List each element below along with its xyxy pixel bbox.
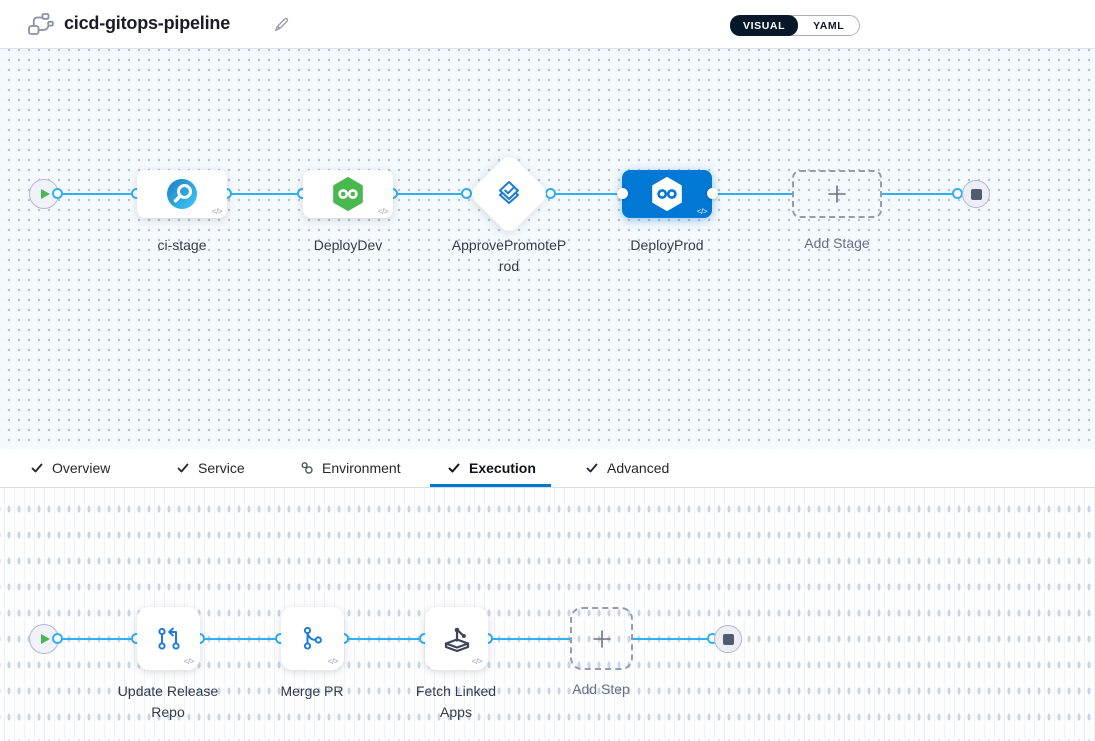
tab-label: Environment xyxy=(322,460,401,476)
template-code-badge: </> xyxy=(697,207,707,216)
check-icon xyxy=(176,461,190,475)
ci-build-icon xyxy=(166,178,198,210)
stop-icon xyxy=(723,634,734,645)
stage-label: ci-stage xyxy=(112,235,252,256)
connector-port xyxy=(617,188,628,199)
deploy-icon xyxy=(330,176,366,212)
step-label: Merge PR xyxy=(242,681,382,702)
connector-line xyxy=(200,638,281,640)
environment-icon xyxy=(300,461,314,475)
stage-node-deployprod[interactable]: </> xyxy=(622,170,712,218)
fetch-linked-apps-icon xyxy=(441,623,473,655)
pipeline-icon xyxy=(28,13,54,41)
play-icon xyxy=(41,634,50,644)
plus-icon xyxy=(591,628,613,650)
tab-label: Service xyxy=(198,460,245,476)
connector-line xyxy=(393,193,467,195)
update-release-repo-icon xyxy=(155,625,183,653)
connector-port xyxy=(52,633,63,644)
connector-port xyxy=(52,188,63,199)
step-node-fetch-linked-apps[interactable]: </> xyxy=(425,607,488,670)
connector-line xyxy=(633,638,713,640)
deploy-icon xyxy=(649,176,685,212)
active-tab-underline xyxy=(430,484,551,487)
template-code-badge: </> xyxy=(212,207,222,216)
approval-icon-wrap xyxy=(480,165,538,223)
tab-execution[interactable]: Execution xyxy=(447,449,536,487)
stage-label: DeployProd xyxy=(597,235,737,256)
template-code-badge: </> xyxy=(378,207,388,216)
connector-line xyxy=(488,638,570,640)
stage-label: ApprovePromoteProd xyxy=(451,235,567,277)
tab-environment[interactable]: Environment xyxy=(300,449,401,487)
connector-port xyxy=(545,188,556,199)
tab-overview[interactable]: Overview xyxy=(30,449,110,487)
connector-line xyxy=(551,193,622,195)
visual-yaml-toggle: VISUAL YAML xyxy=(730,15,860,36)
merge-pr-icon xyxy=(299,625,326,652)
stage-canvas: </> </> </> xyxy=(0,49,1095,449)
step-node-merge-pr[interactable]: </> xyxy=(281,607,344,670)
connector-line xyxy=(882,193,958,195)
pipeline-end-node xyxy=(962,180,990,208)
check-icon xyxy=(585,461,599,475)
pipeline-studio: cicd-gitops-pipeline VISUAL YAML xyxy=(0,0,1095,741)
page-title: cicd-gitops-pipeline xyxy=(64,13,230,34)
template-code-badge: </> xyxy=(472,657,482,666)
tab-label: Execution xyxy=(469,460,536,476)
step-label: Fetch Linked Apps xyxy=(406,681,506,723)
stage-config-tabbar: Overview Service Environment Execution A… xyxy=(0,449,1095,488)
toggle-yaml-button[interactable]: YAML xyxy=(798,20,859,32)
connector-line xyxy=(712,193,792,195)
check-icon xyxy=(447,461,461,475)
header: cicd-gitops-pipeline VISUAL YAML xyxy=(0,0,1095,49)
plus-icon xyxy=(826,183,848,205)
stop-icon xyxy=(971,189,982,200)
tab-label: Overview xyxy=(52,460,110,476)
template-code-badge: </> xyxy=(328,657,338,666)
add-stage-button[interactable] xyxy=(792,170,882,218)
stage-node-deploydev[interactable]: </> xyxy=(303,170,393,218)
connector-port xyxy=(707,188,718,199)
tab-advanced[interactable]: Advanced xyxy=(585,449,669,487)
connector-port xyxy=(461,188,472,199)
connector-line xyxy=(227,193,303,195)
execution-end-node xyxy=(714,625,742,653)
stage-node-ci-stage[interactable]: </> xyxy=(137,170,227,218)
stage-label: DeployDev xyxy=(278,235,418,256)
play-icon xyxy=(41,189,50,199)
toggle-visual-button[interactable]: VISUAL xyxy=(730,15,798,36)
connector-line xyxy=(344,638,425,640)
tab-label: Advanced xyxy=(607,460,669,476)
check-icon xyxy=(30,461,44,475)
add-stage-label: Add Stage xyxy=(767,233,907,254)
step-node-update-release-repo[interactable]: </> xyxy=(137,607,200,670)
tab-service[interactable]: Service xyxy=(176,449,245,487)
template-code-badge: </> xyxy=(184,657,194,666)
step-label: Update Release Repo xyxy=(113,681,223,723)
edit-pipeline-name-icon[interactable] xyxy=(271,15,291,40)
add-step-label: Add Step xyxy=(531,679,671,700)
execution-canvas: </> </> </> xyxy=(0,488,1095,741)
add-step-button[interactable] xyxy=(570,607,633,670)
approval-icon xyxy=(493,179,525,209)
